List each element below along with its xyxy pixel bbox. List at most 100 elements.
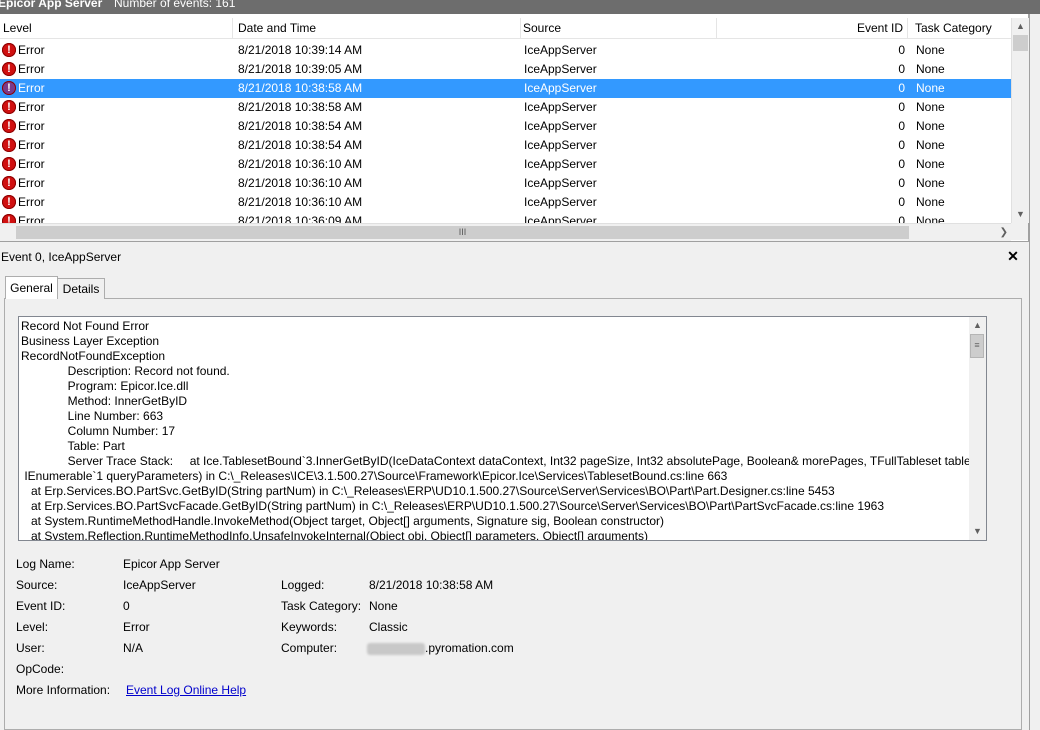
cell-level: Error xyxy=(18,195,45,209)
cell-level: Error xyxy=(18,81,45,95)
event-count: Number of events: 161 xyxy=(114,0,236,10)
cell-date-time: 8/21/2018 10:39:05 AM xyxy=(238,62,363,76)
description-vertical-scrollbar[interactable]: ▲ ≡ ▼ xyxy=(969,317,986,540)
description-line: RecordNotFoundException xyxy=(21,349,166,363)
description-line: Line Number: 663 xyxy=(21,409,164,423)
cell-date-time: 8/21/2018 10:38:58 AM xyxy=(238,81,363,95)
cell-event-id: 0 xyxy=(898,62,905,76)
cell-event-id: 0 xyxy=(898,100,905,114)
error-icon: ! xyxy=(2,100,16,114)
window-edge xyxy=(1029,14,1040,730)
computer-value: .pyromation.com xyxy=(367,641,514,655)
log-title: Epicor App Server xyxy=(0,0,103,10)
event-list-horizontal-scrollbar[interactable]: III ❯ xyxy=(0,223,1011,241)
cell-source: IceAppServer xyxy=(524,100,597,114)
cell-task-category: None xyxy=(916,81,945,95)
event-description-text: Record Not Found Error Business Layer Exc… xyxy=(21,319,987,540)
logged-label: Logged: xyxy=(281,578,325,592)
error-icon: ! xyxy=(2,119,16,133)
scroll-up-arrow-icon[interactable]: ▲ xyxy=(969,317,986,334)
event-list-header: Level Date and Time Source Event ID Task… xyxy=(0,18,1012,39)
error-icon: ! xyxy=(2,176,16,190)
error-icon: ! xyxy=(2,195,16,209)
cell-event-id: 0 xyxy=(898,43,905,57)
event-list[interactable]: Level Date and Time Source Event ID Task… xyxy=(0,14,1029,242)
more-information-label: More Information: xyxy=(16,683,111,697)
table-row[interactable]: ! Error 8/21/2018 10:38:54 AM IceAppServer 0… xyxy=(0,117,1012,136)
tab-details[interactable]: Details xyxy=(57,278,105,299)
cell-level: Error xyxy=(18,119,45,133)
table-row[interactable]: ! Error 8/21/2018 10:36:10 AM IceAppServer 0… xyxy=(0,155,1012,174)
scroll-down-arrow-icon[interactable]: ▼ xyxy=(969,523,986,540)
cell-source: IceAppServer xyxy=(524,176,597,190)
description-line: Server Trace Stack: at Ice.TablesetBound… xyxy=(21,454,987,468)
column-header-date-time[interactable]: Date and Time xyxy=(233,18,521,38)
table-row[interactable]: ! Error 8/21/2018 10:39:14 AM IceAppServer 0… xyxy=(0,41,1012,60)
cell-event-id: 0 xyxy=(898,157,905,171)
keywords-value: Classic xyxy=(369,620,408,634)
cell-date-time: 8/21/2018 10:36:10 AM xyxy=(238,195,363,209)
cell-task-category: None xyxy=(916,157,945,171)
description-line: IEnumerable`1 queryParameters) in C:\_Re… xyxy=(21,469,728,483)
description-line: at System.RuntimeMethodHandle.InvokeMeth… xyxy=(21,514,664,528)
level-value: Error xyxy=(123,620,150,634)
table-row[interactable]: ! Error 8/21/2018 10:38:58 AM IceAppServer 0… xyxy=(0,98,1012,117)
table-row[interactable]: ! Error 8/21/2018 10:39:05 AM IceAppServer 0… xyxy=(0,60,1012,79)
redacted-hostname xyxy=(367,642,425,655)
cell-source: IceAppServer xyxy=(524,157,597,171)
cell-event-id: 0 xyxy=(898,81,905,95)
event-id-value: 0 xyxy=(123,599,130,613)
user-value: N/A xyxy=(123,641,144,655)
scroll-down-arrow-icon[interactable]: ▼ xyxy=(1012,206,1029,223)
column-header-task-category[interactable]: Task Category xyxy=(912,18,1011,38)
description-line: Business Layer Exception xyxy=(21,334,160,348)
cell-level: Error xyxy=(18,100,45,114)
description-line: Table: Part xyxy=(21,439,125,453)
scrollbar-thumb[interactable] xyxy=(1013,35,1028,51)
scrollbar-thumb[interactable]: III xyxy=(16,226,909,239)
error-icon: ! xyxy=(2,157,16,171)
column-header-level[interactable]: Level xyxy=(0,18,233,38)
event-log-online-help-link[interactable]: Event Log Online Help xyxy=(126,683,246,697)
cell-task-category: None xyxy=(916,119,945,133)
scroll-up-arrow-icon[interactable]: ▲ xyxy=(1012,18,1029,35)
description-line: Record Not Found Error xyxy=(21,319,150,333)
table-row[interactable]: ! Error 8/21/2018 10:36:10 AM IceAppServer 0… xyxy=(0,193,1012,212)
computer-domain: .pyromation.com xyxy=(425,641,514,655)
logged-value: 8/21/2018 10:38:58 AM xyxy=(369,578,494,592)
cell-level: Error xyxy=(18,157,45,171)
close-icon[interactable]: ✕ xyxy=(1006,249,1020,263)
opcode-label: OpCode: xyxy=(16,662,65,676)
cell-task-category: None xyxy=(916,62,945,76)
table-row[interactable]: ! Error 8/21/2018 10:38:54 AM IceAppServer 0… xyxy=(0,136,1012,155)
level-label: Level: xyxy=(16,620,49,634)
scrollbar-corner xyxy=(1011,223,1028,240)
scrollbar-thumb[interactable]: ≡ xyxy=(970,334,984,358)
description-line: Description: Record not found. xyxy=(21,364,230,378)
description-line: Method: InnerGetByID xyxy=(21,394,188,408)
cell-event-id: 0 xyxy=(898,176,905,190)
cell-source: IceAppServer xyxy=(524,195,597,209)
table-row[interactable]: ! Error 8/21/2018 10:36:10 AM IceAppServer 0… xyxy=(0,174,1012,193)
table-row[interactable]: ! Error 8/21/2018 10:38:58 AM IceAppServer 0… xyxy=(0,79,1012,98)
scroll-right-arrow-icon[interactable]: ❯ xyxy=(1000,224,1008,241)
cell-task-category: None xyxy=(916,176,945,190)
source-value: IceAppServer xyxy=(123,578,196,592)
grip-icon: III xyxy=(458,227,467,237)
cell-task-category: None xyxy=(916,138,945,152)
column-header-event-id[interactable]: Event ID xyxy=(714,18,908,38)
error-icon: ! xyxy=(2,138,16,152)
event-list-vertical-scrollbar[interactable]: ▲ ▼ xyxy=(1011,18,1029,223)
tab-general[interactable]: General xyxy=(5,276,58,299)
task-category-value: None xyxy=(369,599,398,613)
column-header-source[interactable]: Source xyxy=(518,18,717,38)
event-description-box[interactable]: Record Not Found Error Business Layer Exc… xyxy=(18,316,987,541)
user-label: User: xyxy=(16,641,45,655)
cell-date-time: 8/21/2018 10:36:10 AM xyxy=(238,157,363,171)
error-icon: ! xyxy=(2,43,16,57)
cell-level: Error xyxy=(18,138,45,152)
log-name-value: Epicor App Server xyxy=(123,557,220,571)
description-line: Column Number: 17 xyxy=(21,424,176,438)
cell-date-time: 8/21/2018 10:36:10 AM xyxy=(238,176,363,190)
error-icon: ! xyxy=(2,81,16,95)
